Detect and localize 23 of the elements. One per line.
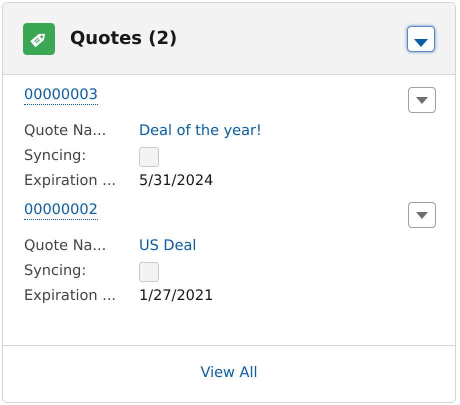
dropdown-button[interactable]	[407, 26, 435, 52]
field-value: 1/27/2021	[139, 286, 214, 306]
dropdown-button[interactable]	[408, 202, 436, 228]
view-all-link[interactable]: View All	[200, 363, 258, 385]
field-label: Expiration ...	[24, 172, 118, 191]
caret-icon	[416, 212, 428, 218]
card-title: Quotes (2)	[70, 27, 178, 51]
tag-icon	[23, 22, 55, 54]
record-link[interactable]: 00000003	[24, 87, 98, 106]
record-link[interactable]: 00000002	[24, 202, 98, 220]
field-label: Syncing:	[24, 146, 88, 166]
caret-icon	[416, 96, 428, 104]
checkbox[interactable]	[139, 262, 159, 282]
field-label: Quote Na...	[24, 122, 108, 141]
caret-icon	[414, 38, 428, 46]
field-label: Quote Na...	[24, 236, 108, 256]
dropdown-button[interactable]	[408, 87, 436, 113]
field-label: Expiration ...	[24, 286, 118, 306]
quote-name-link[interactable]: Deal of the year!	[139, 122, 262, 139]
checkbox[interactable]	[139, 146, 159, 166]
field-value: 5/31/2024	[139, 172, 214, 191]
quote-name-link[interactable]: US Deal	[139, 238, 196, 254]
field-label: Syncing:	[24, 262, 88, 281]
